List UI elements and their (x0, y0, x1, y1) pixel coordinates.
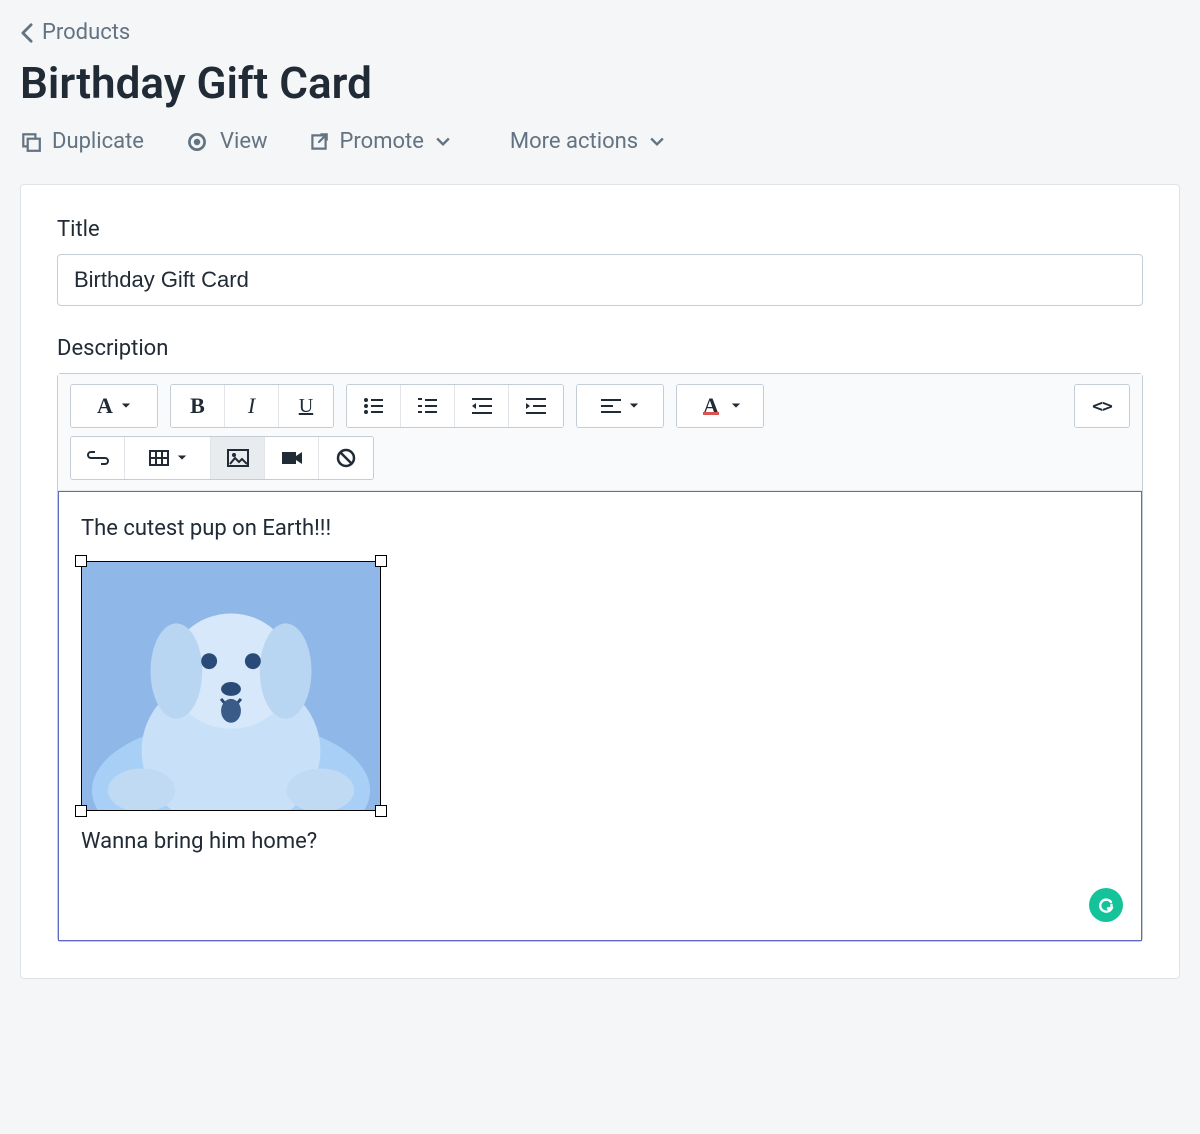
rte-content-area[interactable]: The cutest pup on Earth!!! (58, 491, 1142, 941)
resize-handle-bl[interactable] (75, 805, 87, 817)
code-label: <> (1092, 396, 1112, 417)
indent-button[interactable] (509, 385, 563, 427)
indent-icon (525, 397, 547, 415)
bold-label: B (190, 393, 205, 419)
caret-down-icon (629, 402, 639, 410)
selected-image[interactable] (81, 561, 381, 811)
duplicate-icon (20, 131, 42, 153)
title-input[interactable] (57, 254, 1143, 306)
color-label: A (699, 393, 723, 419)
chevron-left-icon (20, 22, 34, 44)
align-left-icon (601, 398, 621, 414)
rte-toolbar: A B I U (58, 374, 1142, 491)
bullet-list-button[interactable] (347, 385, 401, 427)
caret-down-icon (650, 137, 664, 147)
promote-label: Promote (340, 129, 424, 154)
caret-down-icon (121, 402, 131, 410)
numbered-list-button[interactable] (401, 385, 455, 427)
action-bar: Duplicate View Promote More actions (20, 129, 1180, 154)
video-icon (281, 450, 303, 466)
table-button[interactable] (125, 437, 211, 479)
underline-label: U (299, 395, 313, 418)
resize-handle-br[interactable] (375, 805, 387, 817)
resize-handle-tl[interactable] (75, 555, 87, 567)
breadcrumb-label: Products (42, 20, 130, 45)
title-label: Title (57, 217, 1143, 242)
table-icon (149, 450, 169, 466)
html-code-button[interactable]: <> (1075, 385, 1129, 427)
caret-down-icon (177, 454, 187, 462)
caret-down-icon (436, 137, 450, 147)
bullet-list-icon (363, 397, 385, 415)
alignment-button[interactable] (577, 385, 663, 427)
rich-text-editor: A B I U (57, 373, 1143, 942)
bold-button[interactable]: B (171, 385, 225, 427)
image-button[interactable] (211, 437, 265, 479)
duplicate-button[interactable]: Duplicate (20, 129, 144, 154)
product-form-card: Title Description A B I U (20, 184, 1180, 979)
grammarly-icon (1096, 895, 1116, 915)
outdent-button[interactable] (455, 385, 509, 427)
caret-down-icon (731, 402, 741, 410)
video-button[interactable] (265, 437, 319, 479)
breadcrumb-back[interactable]: Products (20, 20, 130, 45)
italic-button[interactable]: I (225, 385, 279, 427)
page-title: Birthday Gift Card (20, 57, 1180, 109)
puppy-image-icon (82, 562, 380, 810)
more-actions-button[interactable]: More actions (510, 129, 664, 154)
eye-icon (184, 131, 210, 153)
grammarly-badge[interactable] (1089, 888, 1123, 922)
italic-label: I (248, 393, 255, 419)
clear-formatting-button[interactable] (319, 437, 373, 479)
selected-image-wrap[interactable] (81, 561, 381, 811)
numbered-list-icon (417, 397, 439, 415)
outdent-icon (471, 397, 493, 415)
resize-handle-tr[interactable] (375, 555, 387, 567)
content-line-1: The cutest pup on Earth!!! (81, 516, 1119, 541)
text-color-button[interactable]: A (677, 385, 763, 427)
link-icon (87, 451, 109, 465)
content-line-2: Wanna bring him home? (81, 829, 1119, 854)
link-button[interactable] (71, 437, 125, 479)
duplicate-label: Duplicate (52, 129, 144, 154)
more-actions-label: More actions (510, 129, 638, 154)
image-icon (227, 449, 249, 467)
font-style-button[interactable]: A (71, 385, 157, 427)
description-label: Description (57, 336, 1143, 361)
view-label: View (220, 129, 268, 154)
view-button[interactable]: View (184, 129, 268, 154)
font-label: A (97, 393, 113, 419)
promote-button[interactable]: Promote (308, 129, 450, 154)
external-link-icon (308, 131, 330, 153)
no-sign-icon (336, 448, 356, 468)
underline-button[interactable]: U (279, 385, 333, 427)
